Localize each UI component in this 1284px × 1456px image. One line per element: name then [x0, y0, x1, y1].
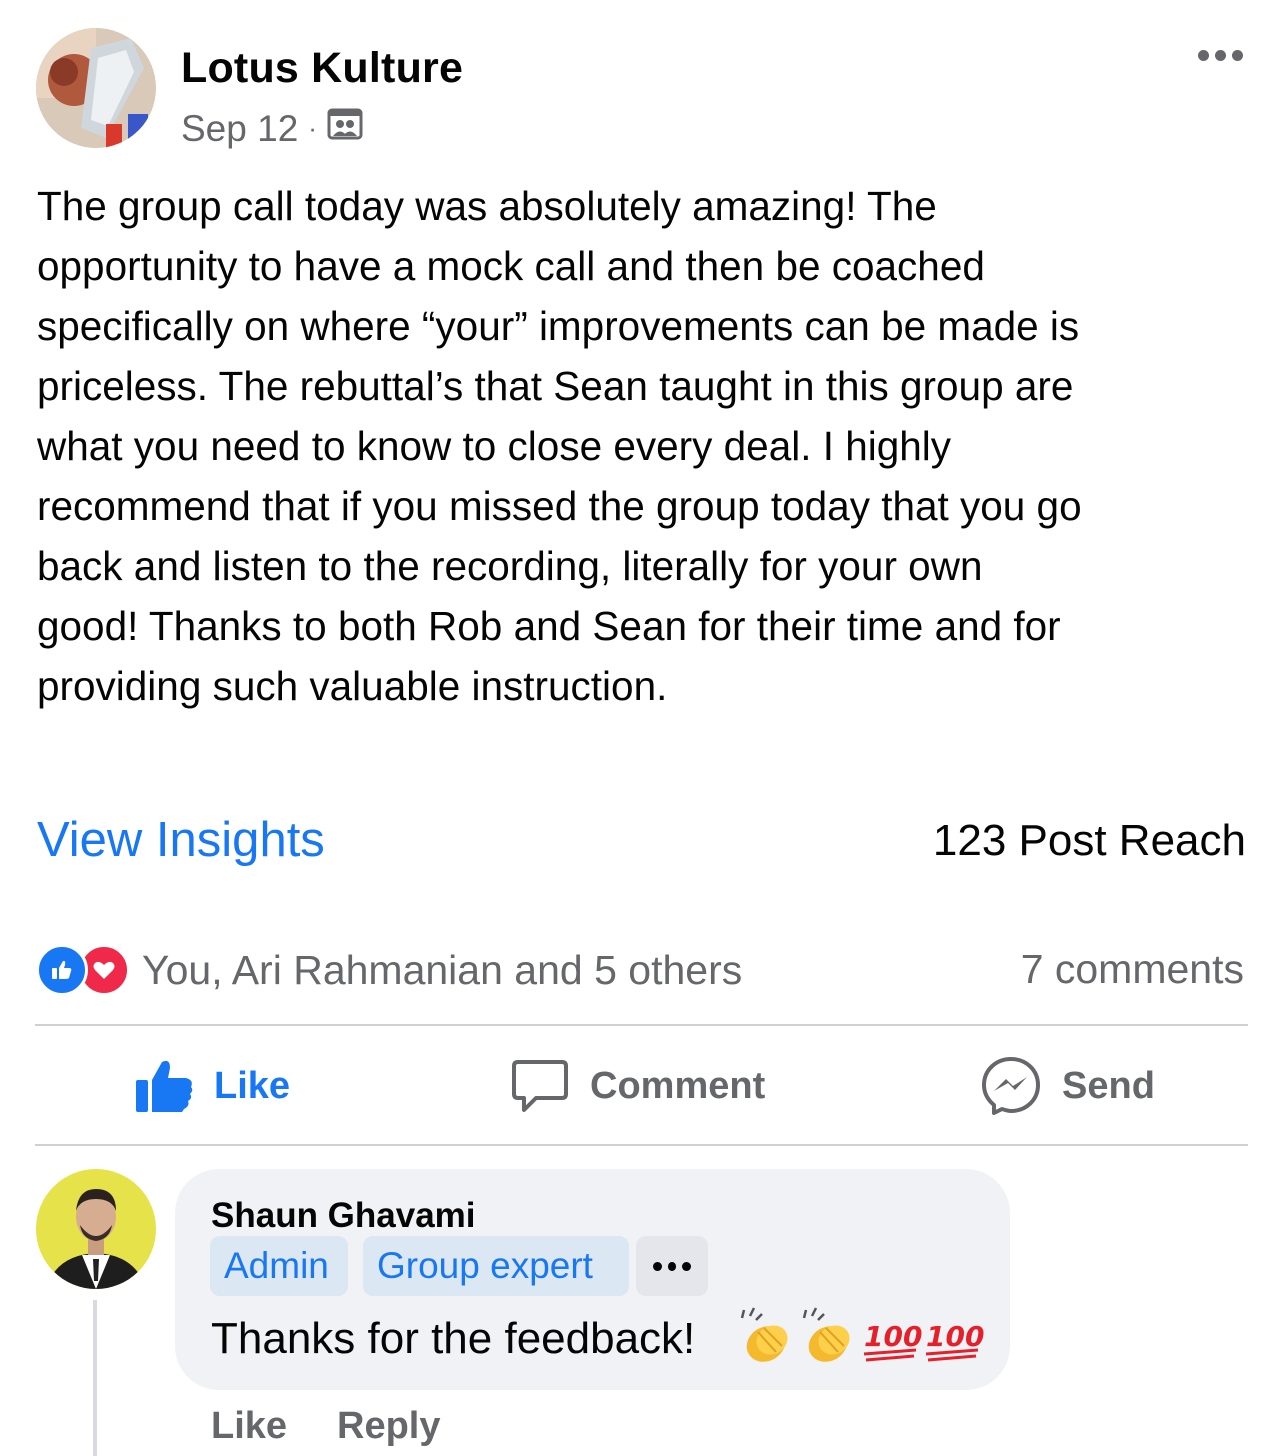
- hundred-points-emoji: 100: [925, 1320, 984, 1362]
- comment-count[interactable]: 7 comments: [1021, 946, 1244, 993]
- more-options-icon[interactable]: [1198, 48, 1250, 68]
- post-meta: Sep 12 ·: [181, 106, 363, 151]
- comment-button[interactable]: Comment: [510, 1052, 765, 1120]
- like-button[interactable]: Like: [134, 1052, 290, 1120]
- badge-more-icon[interactable]: [636, 1236, 708, 1296]
- send-button[interactable]: Send: [980, 1052, 1155, 1120]
- post-author-name[interactable]: Lotus Kulture: [181, 44, 463, 93]
- clapping-hands-emoji: [802, 1307, 850, 1362]
- group-expert-badge[interactable]: Group expert: [363, 1236, 629, 1296]
- comment-reply-button[interactable]: Reply: [337, 1405, 440, 1448]
- like-button-label: Like: [214, 1064, 291, 1107]
- like-icon: [36, 944, 88, 996]
- post-body-text: The group call today was absolutely amaz…: [37, 183, 1082, 709]
- reaction-names[interactable]: You, Ari Rahmanian and 5 others: [142, 947, 742, 994]
- comment-button-label: Comment: [590, 1064, 766, 1107]
- thread-line: [93, 1300, 97, 1456]
- svg-text:100: 100: [864, 1320, 922, 1353]
- send-button-label: Send: [1062, 1064, 1155, 1107]
- commenter-avatar[interactable]: [36, 1169, 156, 1289]
- divider: [35, 1144, 1248, 1146]
- speech-bubble-icon: [512, 1060, 568, 1112]
- author-avatar[interactable]: [36, 28, 156, 148]
- messenger-icon: [982, 1057, 1040, 1115]
- comment-emojis: 100 100: [736, 1306, 984, 1368]
- thumbs-up-icon: [136, 1060, 193, 1112]
- reaction-summary[interactable]: You, Ari Rahmanian and 5 others: [36, 944, 742, 996]
- hundred-points-emoji: 100: [863, 1320, 922, 1362]
- commenter-name[interactable]: Shaun Ghavami: [211, 1196, 476, 1236]
- clapping-hands-emoji: [740, 1307, 788, 1362]
- view-insights-link[interactable]: View Insights: [37, 812, 325, 868]
- group-audience-icon: [327, 106, 363, 151]
- svg-text:100: 100: [926, 1320, 984, 1353]
- meta-separator: ·: [308, 113, 317, 143]
- divider: [35, 1024, 1248, 1026]
- comment-text: Thanks for the feedback!: [211, 1314, 696, 1363]
- post-date[interactable]: Sep 12: [181, 108, 298, 150]
- admin-badge[interactable]: Admin: [210, 1236, 348, 1296]
- post-reach-count: 123 Post Reach: [932, 816, 1246, 865]
- comment-like-button[interactable]: Like: [211, 1405, 287, 1448]
